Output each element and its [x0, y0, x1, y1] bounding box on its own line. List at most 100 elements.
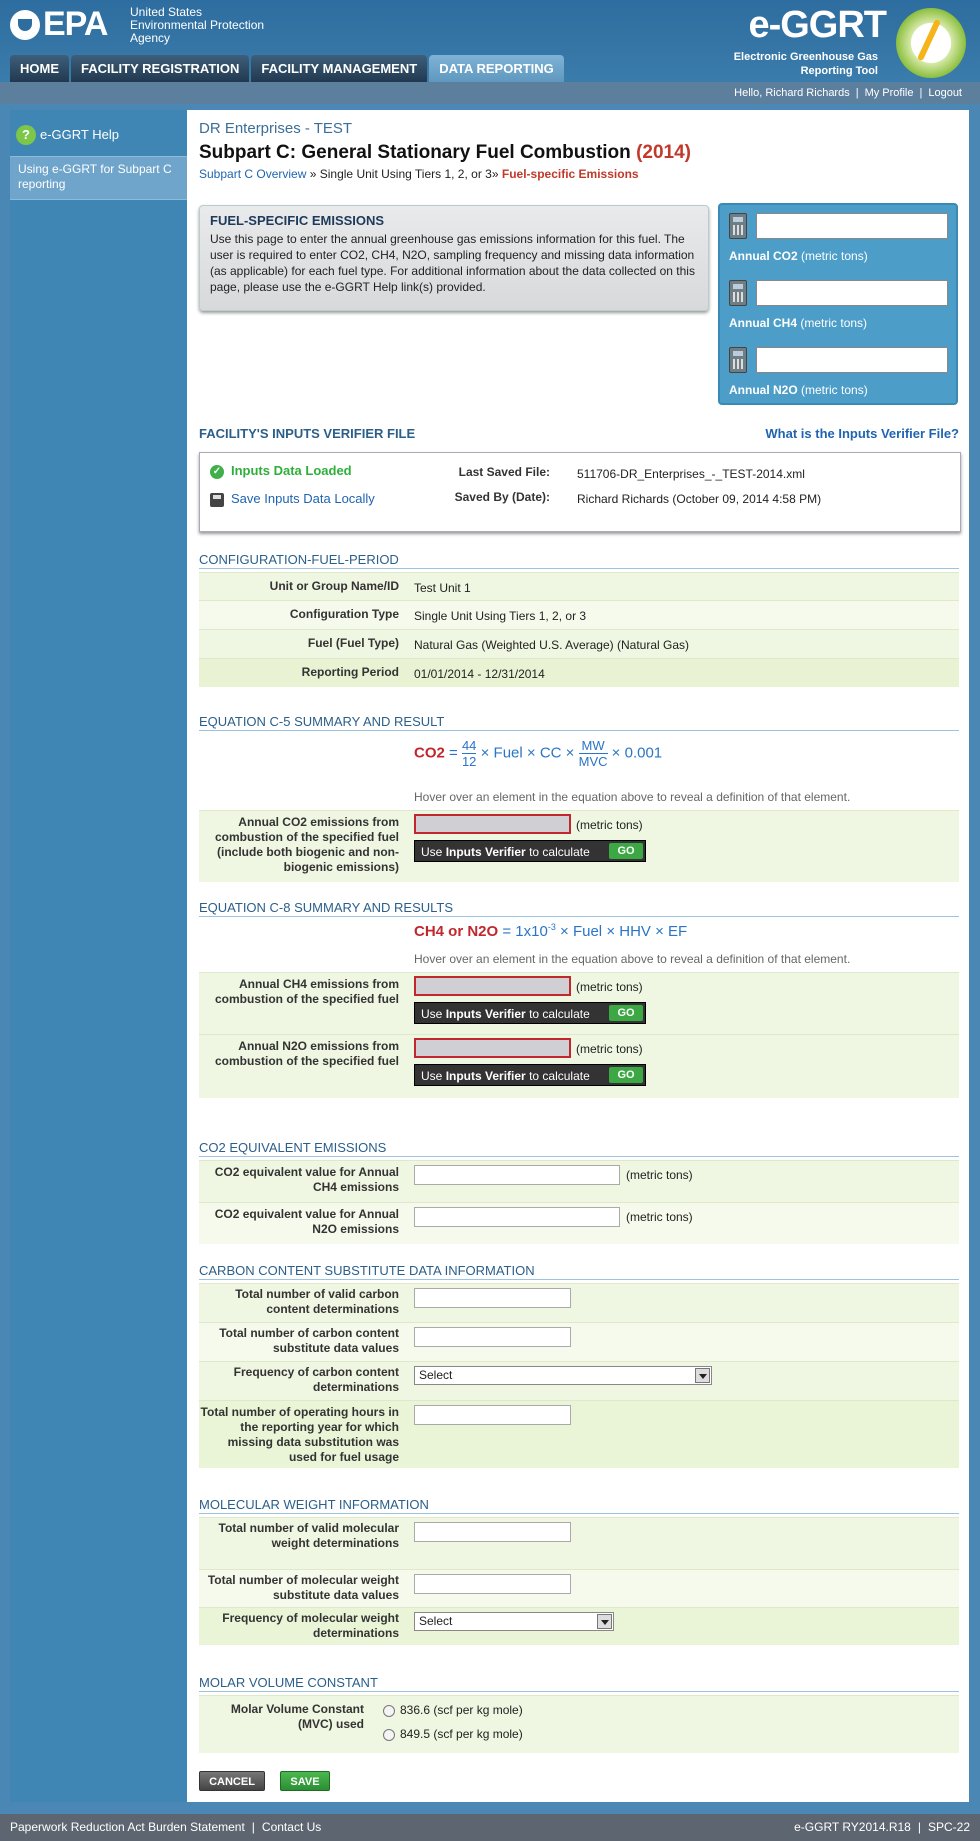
co2e-ch4-input[interactable] [414, 1165, 620, 1185]
config-label: Configuration Type [289, 607, 399, 621]
carbon-valid-label: Total number of valid carbon content det… [235, 1287, 399, 1316]
eq-fuel[interactable]: Fuel [494, 744, 523, 761]
mw-subst-input[interactable] [414, 1574, 571, 1594]
header: EPA United States Environmental Protecti… [0, 0, 980, 83]
mw-valid-label: Total number of valid molecular weight d… [218, 1521, 399, 1550]
eq-hhv[interactable]: HHV [619, 923, 651, 940]
ch4-emissions-label: Annual CH4 emissions from combustion of … [214, 977, 399, 1006]
eq-ef[interactable]: EF [668, 923, 687, 940]
tab-home[interactable]: HOME [10, 55, 69, 83]
version-label: e-GGRT RY2014.R18 [794, 1820, 911, 1834]
eq-denominator: 12 [461, 754, 477, 769]
carbon-subst-label: Total number of carbon content substitut… [219, 1326, 399, 1355]
n2o-emissions-input[interactable] [414, 1038, 571, 1058]
eggrt-sub-line: Reporting Tool [800, 65, 878, 77]
summary-label: Annual CO2 (metric tons) [729, 249, 868, 263]
config-label: Unit or Group Name/ID [269, 579, 399, 593]
chevron-down-icon [695, 1368, 710, 1383]
eq-fraction-44-12[interactable]: 44 12 [461, 738, 477, 769]
logout-link[interactable]: Logout [928, 87, 962, 99]
summary-gas: Annual CH4 [729, 316, 798, 330]
go-button[interactable]: GO [609, 1067, 643, 1083]
carbon-valid-input[interactable] [414, 1288, 571, 1308]
eq-factor[interactable]: 1x10-3 [515, 922, 556, 940]
co2e-n2o-row: CO2 equivalent value for Annual N2O emis… [199, 1202, 959, 1244]
tip-text: Use [421, 845, 443, 859]
eq-co2[interactable]: CO2 [414, 744, 445, 761]
config-value: Natural Gas (Weighted U.S. Average) (Nat… [414, 638, 690, 652]
mvc-849-radio[interactable] [383, 1729, 395, 1741]
calculator-icon [729, 280, 747, 306]
inputs-verifier-tooltip: Use Inputs Verifier to calculate GO [414, 1064, 646, 1086]
tab-data-reporting[interactable]: DATA REPORTING [429, 55, 564, 83]
floppy-disk-icon [210, 493, 224, 507]
tab-facility-registration[interactable]: FACILITY REGISTRATION [71, 55, 250, 83]
ch4-emissions-row: Annual CH4 emissions from combustion of … [199, 972, 959, 1034]
carbon-hours-input[interactable] [414, 1405, 571, 1425]
divider: | [919, 87, 923, 99]
epa-agency-name: United States Environmental Protection A… [130, 6, 300, 45]
go-button[interactable]: GO [609, 843, 643, 859]
help-label: e-GGRT Help [40, 127, 119, 142]
annual-co2-summary-field [756, 213, 948, 239]
mvc-849-label: 849.5 (scf per kg mole) [400, 1727, 523, 1741]
n2o-emissions-label: Annual N2O emissions from combustion of … [214, 1039, 399, 1068]
breadcrumb-subpart-c-overview[interactable]: Subpart C Overview [199, 167, 306, 181]
mw-valid-input[interactable] [414, 1522, 571, 1542]
verifier-help-link[interactable]: What is the Inputs Verifier File? [765, 426, 959, 441]
epa-logo[interactable]: EPA United States Environmental Protecti… [10, 5, 300, 48]
eq-fuel[interactable]: Fuel [573, 923, 602, 940]
eq-ch4-n2o[interactable]: CH4 or N2O [414, 923, 498, 940]
save-button[interactable]: SAVE [280, 1771, 330, 1791]
co2e-n2o-label: CO2 equivalent value for Annual N2O emis… [214, 1207, 399, 1236]
mvc-836-label: 836.6 (scf per kg mole) [400, 1703, 523, 1717]
sidebar-item-subpart-c-help[interactable]: Using e-GGRT for Subpart C reporting [10, 156, 187, 200]
footer-left: Paperwork Reduction Act Burden Statement… [10, 1814, 321, 1841]
paperwork-link[interactable]: Paperwork Reduction Act Burden Statement [10, 1820, 245, 1834]
eq-equals: = [449, 744, 458, 762]
contact-us-link[interactable]: Contact Us [262, 1820, 321, 1834]
carbon-content-section: CARBON CONTENT SUBSTITUTE DATA INFORMATI… [199, 1263, 959, 1468]
ch4-emissions-input[interactable] [414, 976, 571, 996]
save-inputs-locally-link[interactable]: Save Inputs Data Locally [231, 491, 375, 506]
cancel-button[interactable]: CANCEL [199, 1771, 265, 1791]
eq-fraction-mw-mvc[interactable]: MW MVC [578, 738, 608, 769]
eq-times: × [480, 744, 490, 762]
mw-valid-row: Total number of valid molecular weight d… [199, 1517, 959, 1569]
go-button[interactable]: GO [609, 1005, 643, 1021]
config-label: Fuel (Fuel Type) [307, 636, 399, 650]
breadcrumb-config-type: Single Unit Using Tiers 1, 2, or 3 [319, 167, 492, 181]
summary-ch4: Annual CH4 (metric tons) [729, 272, 951, 332]
carbon-frequency-select[interactable]: Select [414, 1366, 712, 1385]
carbon-subst-input[interactable] [414, 1327, 571, 1347]
config-row: Reporting Period 01/01/2014 - 12/31/2014 [199, 658, 959, 687]
last-saved-value: 511706-DR_Enterprises_-_TEST-2014.xml [577, 467, 805, 481]
inputs-verifier-tooltip: Use Inputs Verifier to calculate GO [414, 1002, 646, 1024]
summary-gas: Annual CO2 [729, 249, 798, 263]
eq-factor-base: 1x10 [515, 923, 548, 940]
verifier-box: ✓ Inputs Data Loaded Save Inputs Data Lo… [199, 452, 961, 532]
eq-cc[interactable]: CC [540, 744, 562, 761]
section-heading: EQUATION C-5 SUMMARY AND RESULT [199, 714, 959, 731]
unit-label: (metric tons) [626, 1210, 693, 1224]
tab-facility-management[interactable]: FACILITY MANAGEMENT [251, 55, 428, 83]
help-link[interactable]: ? e-GGRT Help [10, 118, 187, 152]
config-label: Reporting Period [301, 665, 399, 679]
eq-constant[interactable]: 0.001 [625, 744, 663, 761]
mvc-label: Molar Volume Constant (MVC) used [230, 1702, 364, 1731]
user-bar: Hello, Richard Richards | My Profile | Logou… [0, 82, 980, 104]
eggrt-logo[interactable]: e-GGRT Electronic Greenhouse Gas Reporti… [726, 4, 966, 80]
mw-frequency-select[interactable]: Select [414, 1612, 614, 1631]
molar-volume-section: MOLAR VOLUME CONSTANT Molar Volume Const… [199, 1675, 959, 1755]
equation-c8[interactable]: CH4 or N2O = 1x10-3 × Fuel × HHV × EF [414, 922, 687, 940]
section-heading: CO2 EQUIVALENT EMISSIONS [199, 1140, 959, 1157]
co2-emissions-input[interactable] [414, 814, 571, 834]
breadcrumb-separator: » [491, 167, 499, 181]
mvc-836-radio[interactable] [383, 1705, 395, 1717]
equation-c5[interactable]: CO2 = 44 12 × Fuel × CC × MW MVC × 0.001 [414, 738, 662, 769]
breadcrumb-separator: » [309, 167, 317, 181]
co2e-n2o-input[interactable] [414, 1207, 620, 1227]
my-profile-link[interactable]: My Profile [865, 87, 914, 99]
section-heading: CARBON CONTENT SUBSTITUTE DATA INFORMATI… [199, 1263, 959, 1280]
config-section: CONFIGURATION-FUEL-PERIOD Unit or Group … [199, 552, 959, 687]
